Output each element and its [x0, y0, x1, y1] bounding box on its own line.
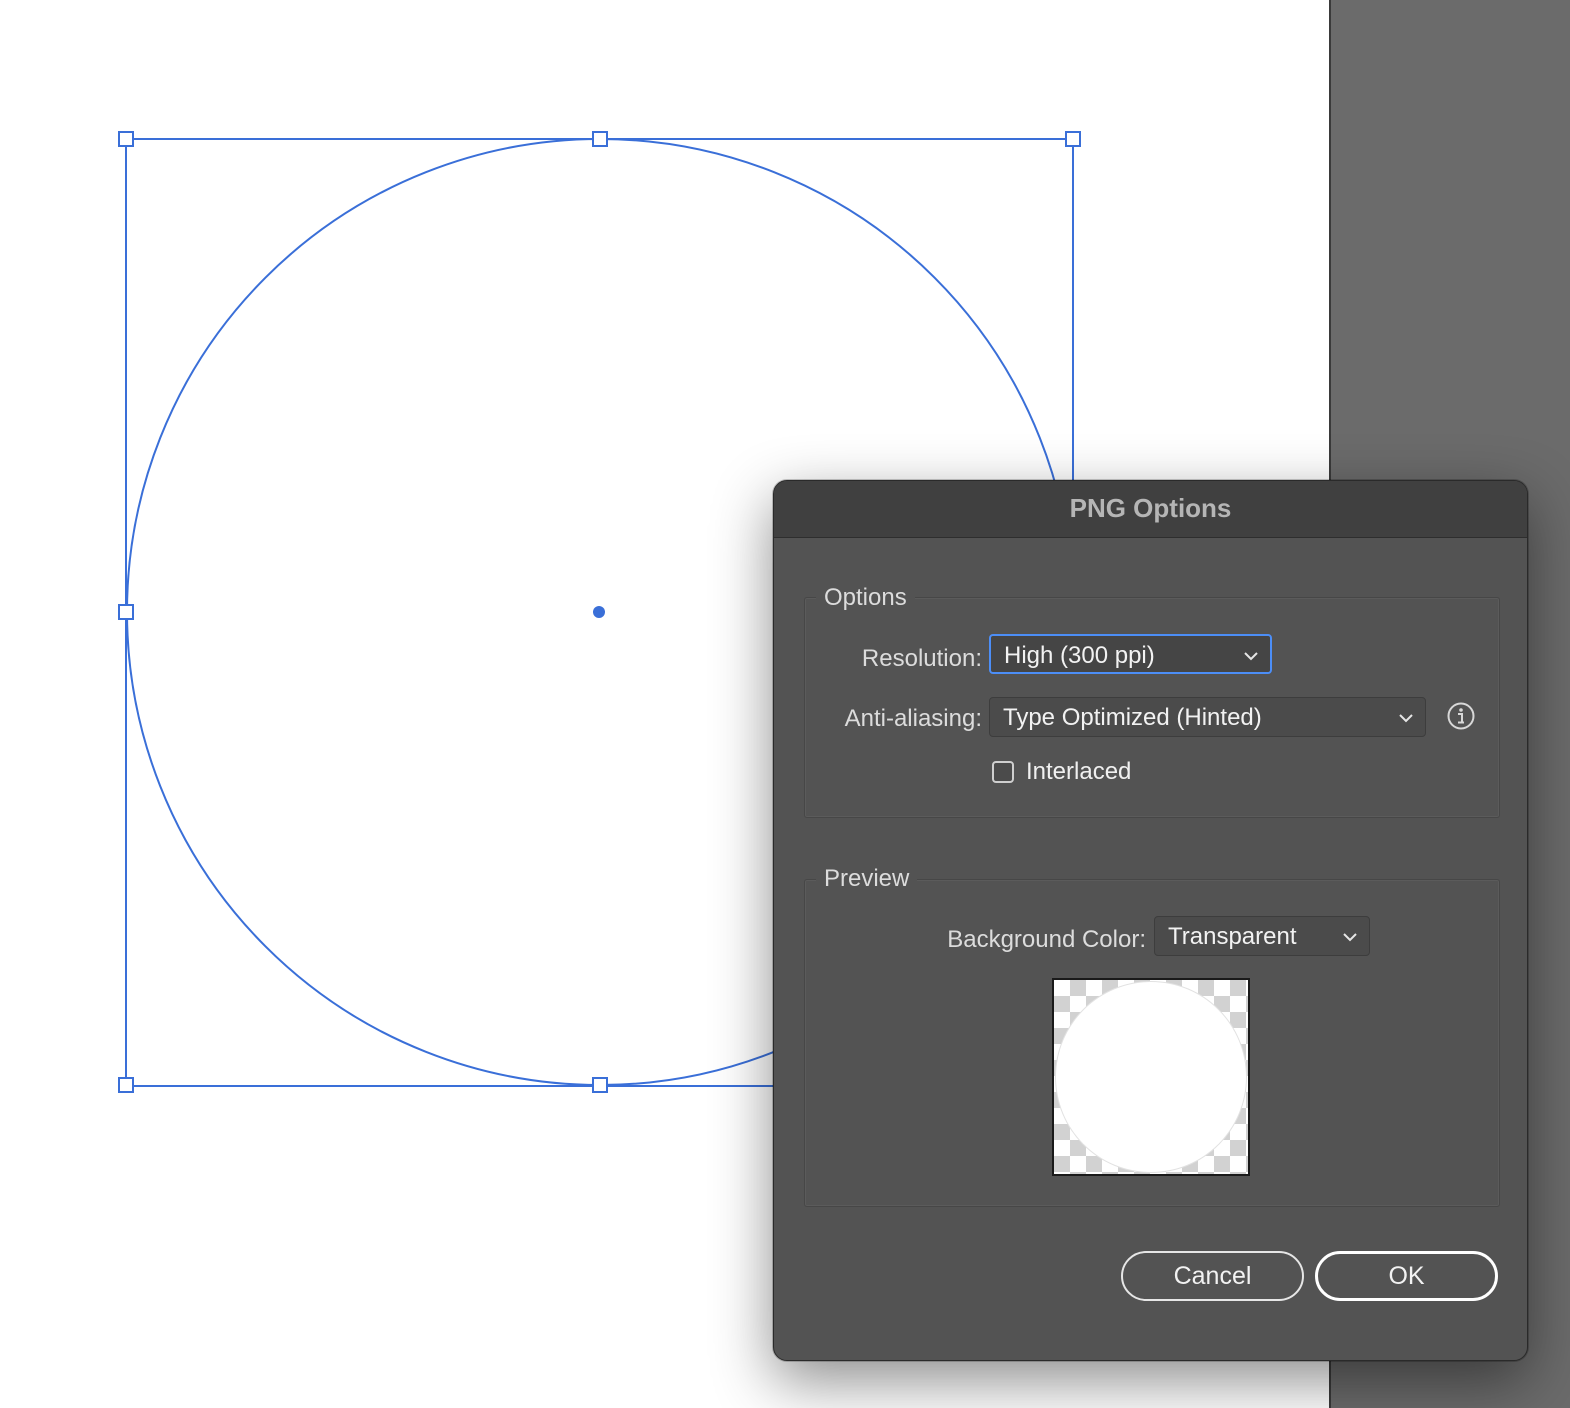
preview-thumbnail [1052, 978, 1250, 1176]
png-options-dialog: PNG Options Options Resolution: High (30… [773, 480, 1528, 1361]
cancel-button[interactable]: Cancel [1121, 1251, 1304, 1301]
resolution-label: Resolution: [861, 645, 982, 672]
handle-bottom-left[interactable] [118, 1077, 134, 1093]
resolution-value: High (300 ppi) [1004, 642, 1155, 669]
handle-top-right[interactable] [1065, 131, 1081, 147]
antialiasing-label: Anti-aliasing: [844, 705, 982, 732]
chevron-down-icon [1399, 714, 1413, 723]
antialiasing-value: Type Optimized (Hinted) [1003, 704, 1262, 731]
background-color-select[interactable]: Transparent [1154, 916, 1370, 956]
background-color-value: Transparent [1168, 923, 1297, 950]
options-group-title: Options [816, 584, 915, 612]
dialog-title: PNG Options [1069, 493, 1232, 523]
antialiasing-select[interactable]: Type Optimized (Hinted) [989, 697, 1426, 737]
handle-bottom-center[interactable] [592, 1077, 608, 1093]
center-point[interactable] [593, 606, 605, 618]
chevron-down-icon [1244, 652, 1258, 661]
handle-top-center[interactable] [592, 131, 608, 147]
preview-group-title: Preview [816, 865, 918, 893]
chevron-down-icon [1343, 933, 1357, 942]
preview-circle [1056, 982, 1246, 1172]
interlaced-label[interactable]: Interlaced [1026, 758, 1131, 786]
resolution-select[interactable]: High (300 ppi) [989, 634, 1272, 674]
handle-top-left[interactable] [118, 131, 134, 147]
interlaced-checkbox[interactable] [992, 761, 1014, 783]
handle-middle-left[interactable] [118, 604, 134, 620]
background-color-label: Background Color: [947, 926, 1146, 953]
ok-button[interactable]: OK [1315, 1251, 1498, 1301]
info-icon[interactable] [1446, 701, 1476, 731]
dialog-titlebar[interactable]: PNG Options [774, 481, 1527, 538]
